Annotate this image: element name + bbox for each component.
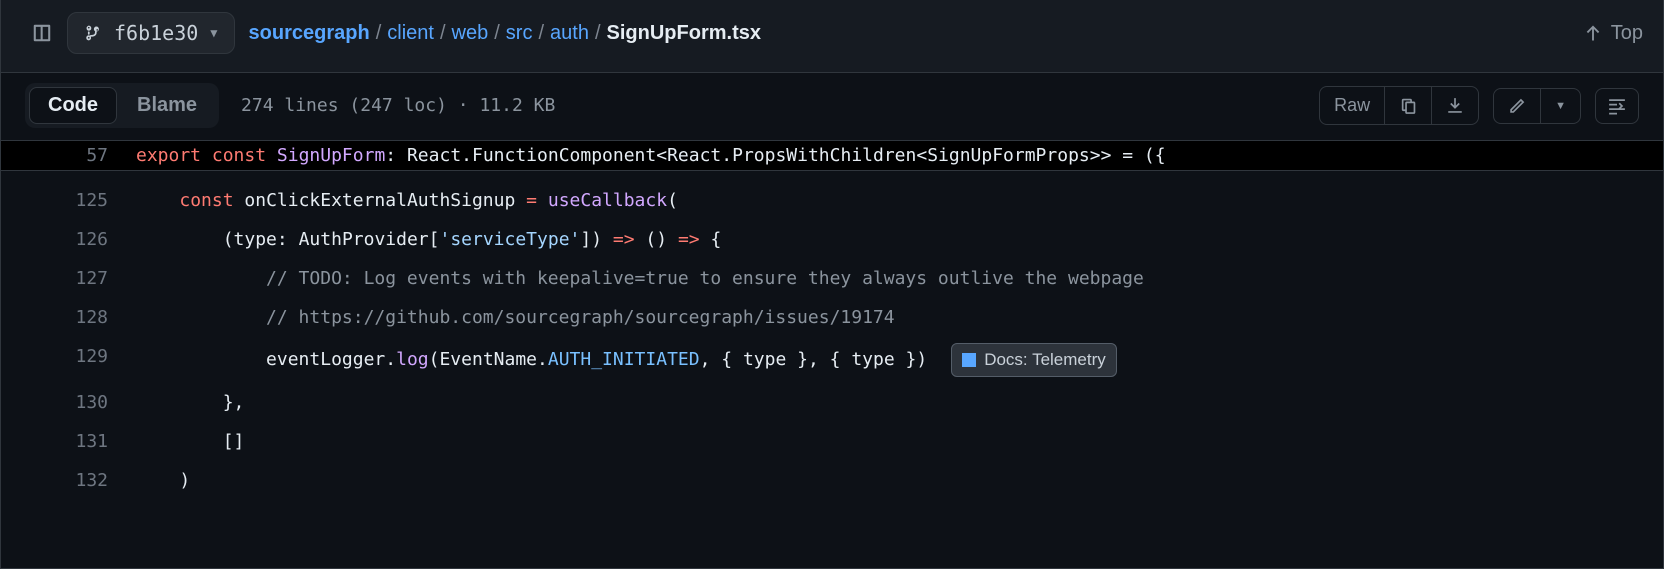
breadcrumb-link[interactable]: src — [506, 22, 533, 45]
tab-blame[interactable]: Blame — [119, 88, 215, 123]
branch-selector[interactable]: f6b1e30 ▼ — [67, 12, 235, 54]
code-line[interactable]: export const SignUpForm: React.FunctionC… — [136, 141, 1663, 170]
breadcrumb-link[interactable]: client — [387, 22, 434, 45]
line-number[interactable]: 126 — [1, 220, 136, 259]
code-line[interactable]: eventLogger.log(EventName.AUTH_INITIATED… — [136, 337, 1663, 383]
raw-group: Raw — [1319, 86, 1479, 125]
code-row: 129 eventLogger.log(EventName.AUTH_INITI… — [1, 337, 1663, 383]
line-number[interactable]: 130 — [1, 383, 136, 422]
sticky-header-line: 57 export const SignUpForm: React.Functi… — [1, 141, 1663, 171]
caret-down-icon: ▼ — [210, 26, 217, 40]
copy-button[interactable] — [1384, 87, 1431, 124]
code-line[interactable]: ) — [136, 461, 1663, 500]
code-line[interactable]: }, — [136, 383, 1663, 422]
line-number[interactable]: 127 — [1, 259, 136, 298]
line-number[interactable]: 129 — [1, 337, 136, 383]
code-line[interactable]: [] — [136, 422, 1663, 461]
symbols-icon — [1608, 97, 1626, 115]
download-button[interactable] — [1431, 87, 1478, 124]
code-row: 131 [] — [1, 422, 1663, 461]
docs-telemetry-badge[interactable]: Docs: Telemetry — [951, 343, 1117, 377]
edit-group: ▼ — [1493, 88, 1581, 124]
code-line[interactable]: (type: AuthProvider['serviceType']) => (… — [136, 220, 1663, 259]
code-line[interactable]: // TODO: Log events with keepalive=true … — [136, 259, 1663, 298]
line-number[interactable]: 128 — [1, 298, 136, 337]
symbols-button[interactable] — [1595, 88, 1639, 124]
breadcrumb-filename: SignUpForm.tsx — [607, 22, 761, 45]
code-line[interactable]: // https://github.com/sourcegraph/source… — [136, 298, 1663, 337]
book-icon — [962, 353, 976, 367]
code-row: 126 (type: AuthProvider['serviceType']) … — [1, 220, 1663, 259]
raw-button[interactable]: Raw — [1320, 87, 1384, 124]
caret-down-icon: ▼ — [1555, 100, 1566, 112]
code-row: 127 // TODO: Log events with keepalive=t… — [1, 259, 1663, 298]
scroll-top-button[interactable]: Top — [1583, 22, 1643, 45]
download-icon — [1446, 97, 1464, 115]
breadcrumb-link[interactable]: auth — [550, 22, 589, 45]
file-meta: 274 lines (247 loc) · 11.2 KB — [241, 95, 555, 116]
code-row: 125 const onClickExternalAuthSignup = us… — [1, 181, 1663, 220]
code-row: 130 }, — [1, 383, 1663, 422]
view-toggle: Code Blame — [25, 83, 219, 128]
tab-code[interactable]: Code — [29, 87, 117, 124]
code-line[interactable]: const onClickExternalAuthSignup = useCal… — [136, 181, 1663, 220]
side-panel-icon[interactable] — [31, 22, 53, 44]
code-row: 132 ) — [1, 461, 1663, 500]
pencil-icon — [1508, 97, 1526, 115]
docs-badge-label: Docs: Telemetry — [984, 347, 1106, 373]
code-row: 128 // https://github.com/sourcegraph/so… — [1, 298, 1663, 337]
line-number-truncated: 124 — [1, 161, 136, 167]
branch-name: f6b1e30 — [114, 21, 198, 45]
top-label: Top — [1611, 22, 1643, 45]
line-number[interactable]: 132 — [1, 461, 136, 500]
arrow-up-icon — [1583, 23, 1603, 43]
edit-menu-button[interactable]: ▼ — [1540, 89, 1580, 123]
breadcrumb-link[interactable]: web — [452, 22, 489, 45]
edit-button[interactable] — [1494, 89, 1540, 123]
breadcrumb-link[interactable]: sourcegraph — [249, 22, 370, 45]
git-branch-icon — [84, 24, 102, 42]
breadcrumb: sourcegraph / client / web / src / auth … — [249, 22, 761, 45]
line-number[interactable]: 125 — [1, 181, 136, 220]
file-header: f6b1e30 ▼ sourcegraph / client / web / s… — [1, 0, 1663, 72]
file-toolbar: Code Blame 274 lines (247 loc) · 11.2 KB… — [1, 72, 1663, 141]
line-number[interactable]: 131 — [1, 422, 136, 461]
copy-icon — [1399, 97, 1417, 115]
code-body: 124 125 const onClickExternalAuthSignup … — [1, 171, 1663, 500]
